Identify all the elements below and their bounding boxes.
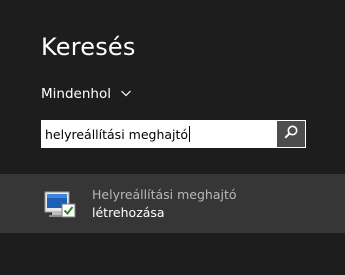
search-icon	[283, 124, 299, 144]
search-button[interactable]	[277, 121, 305, 147]
text-caret	[189, 126, 191, 142]
search-input-text: helyreállítási meghajtó	[45, 126, 189, 142]
chevron-down-icon	[120, 87, 132, 99]
search-pane-title: Keresés	[41, 33, 136, 61]
search-result-text: Helyreállítási meghajtó létrehozása	[92, 186, 237, 222]
search-pane: Keresés Mindenhol helyreállítási meghajt…	[0, 0, 345, 275]
search-scope-dropdown[interactable]: Mindenhol	[41, 86, 132, 102]
search-box: helyreállítási meghajtó	[41, 120, 306, 148]
search-scope-label: Mindenhol	[41, 86, 111, 102]
recovery-drive-icon	[41, 185, 79, 223]
search-result-item[interactable]: Helyreállítási meghajtó létrehozása	[0, 174, 345, 233]
search-result-subtitle: létrehozása	[92, 204, 165, 220]
search-result-title: Helyreállítási meghajtó	[92, 186, 237, 202]
search-input[interactable]: helyreállítási meghajtó	[42, 121, 277, 147]
